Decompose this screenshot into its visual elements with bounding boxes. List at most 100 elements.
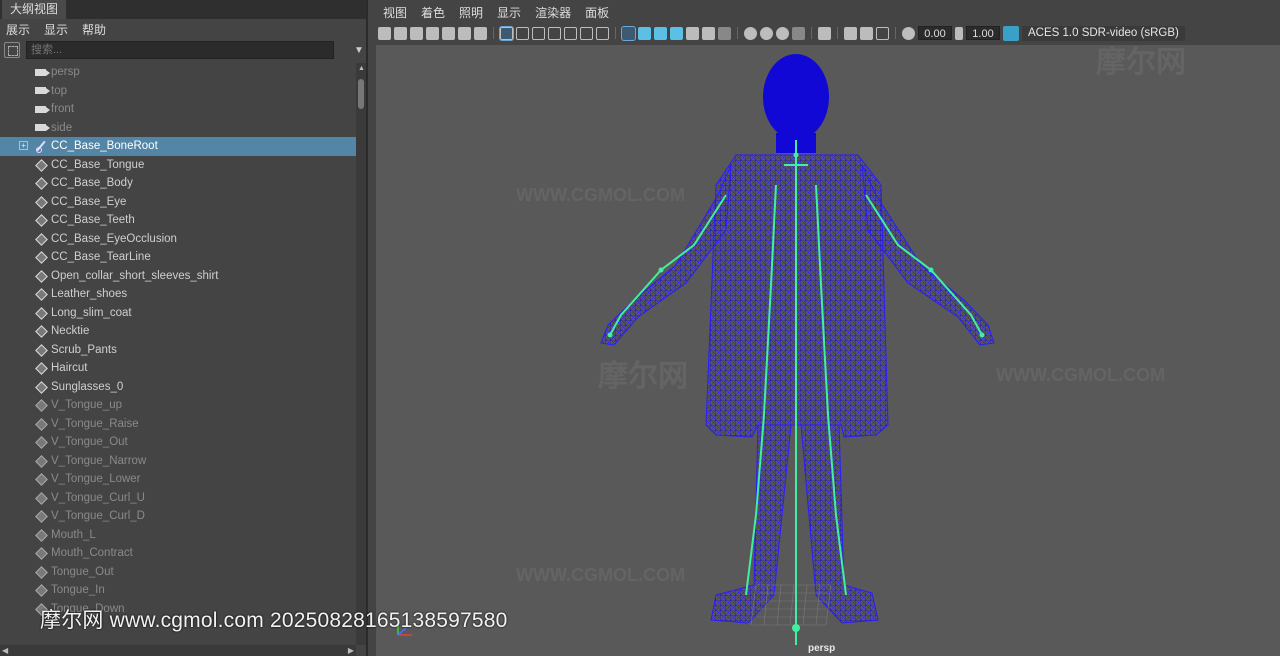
xray-icon[interactable] [744, 26, 757, 40]
3d-viewport[interactable]: 摩尔网 摩尔网 WWW.CGMOL.COM 摩尔网 WWW.CGMOL.COM … [376, 45, 1280, 656]
outliner-item[interactable]: CC_Base_Teeth [0, 211, 356, 230]
outliner-item[interactable]: Long_slim_coat [0, 304, 356, 323]
view-transform-select[interactable]: ACES 1.0 SDR-video (sRGB) [1022, 25, 1185, 41]
character-wireframe[interactable] [376, 45, 1280, 656]
xray-joints-icon[interactable] [760, 26, 773, 40]
viewport-menu-lighting[interactable]: 照明 [459, 4, 483, 21]
ambient-occlusion-icon[interactable] [718, 26, 731, 40]
outliner-item[interactable]: V_Tongue_Curl_D [0, 507, 356, 526]
outliner-vertical-scrollbar[interactable]: ▲ [356, 63, 366, 645]
outliner-item[interactable]: V_Tongue_Lower [0, 470, 356, 489]
smooth-shade-icon[interactable] [638, 26, 651, 40]
joint-skeleton[interactable] [609, 140, 983, 645]
2d-pan-zoom-icon[interactable] [458, 26, 471, 40]
outliner-item[interactable]: CC_Base_Eye [0, 193, 356, 212]
safe-action-icon[interactable] [580, 26, 593, 40]
outliner-item[interactable]: top [0, 82, 356, 101]
outliner-item[interactable]: side [0, 119, 356, 138]
xray-active-icon[interactable] [776, 26, 789, 40]
outliner-item[interactable]: V_Tongue_Curl_U [0, 489, 356, 508]
outliner-tab[interactable]: 大纲视图 [2, 0, 67, 19]
mesh-icon [34, 289, 47, 299]
outliner-item-label: front [51, 103, 75, 116]
outliner-item[interactable]: V_Tongue_Raise [0, 415, 356, 434]
outliner-horizontal-scrollbar[interactable]: ◀ ▶ [0, 645, 356, 656]
outliner-item[interactable]: Open_collar_short_sleeves_shirt [0, 267, 356, 286]
grid-toggle-icon[interactable] [474, 26, 487, 40]
outliner-item-label: Mouth_Contract [51, 547, 133, 560]
two-sided-lighting-icon[interactable] [844, 26, 857, 40]
image-plane-icon[interactable] [426, 26, 439, 40]
outliner-item[interactable]: Tongue_In [0, 581, 356, 600]
grease-pencil-icon[interactable] [442, 26, 455, 40]
viewport-menu-shading[interactable]: 着色 [421, 4, 445, 21]
exposure-field[interactable]: 0.00 [918, 26, 952, 40]
mesh-icon [34, 567, 47, 577]
outliner-item[interactable]: Sunglasses_0 [0, 378, 356, 397]
outliner-menu-help[interactable]: 帮助 [82, 21, 106, 38]
scroll-left-arrow-icon[interactable]: ◀ [2, 646, 8, 655]
mesh-icon [34, 382, 47, 392]
depth-peeling-icon[interactable] [860, 26, 873, 40]
isolate-select-icon[interactable] [818, 26, 831, 40]
safe-title-icon[interactable] [596, 26, 609, 40]
viewport-menu-panels[interactable]: 面板 [585, 4, 609, 21]
search-dropdown-arrow-icon[interactable]: ▼ [354, 45, 364, 56]
outliner-item[interactable]: Mouth_L [0, 526, 356, 545]
gate-mask-icon[interactable] [548, 26, 561, 40]
wireframe-icon[interactable] [621, 25, 636, 41]
outliner-item[interactable]: V_Tongue_Narrow [0, 452, 356, 471]
outliner-item-label: Scrub_Pants [51, 343, 117, 356]
grid-icon[interactable] [499, 25, 514, 41]
film-gate-icon[interactable] [516, 26, 529, 40]
outliner-item[interactable]: CC_Base_Body [0, 174, 356, 193]
textured-icon[interactable] [670, 26, 683, 40]
select-camera-icon[interactable] [378, 26, 391, 40]
outliner-item[interactable]: Scrub_Pants [0, 341, 356, 360]
outliner-item[interactable]: CC_Base_Tongue [0, 156, 356, 175]
motion-blur-icon[interactable] [876, 26, 889, 40]
outliner-item[interactable]: V_Tongue_up [0, 396, 356, 415]
outliner-item[interactable]: CC_Base_TearLine [0, 248, 356, 267]
bookmark-icon[interactable] [410, 26, 423, 40]
joint-icon [34, 141, 47, 154]
outliner-item[interactable]: Tongue_Out [0, 563, 356, 582]
camera-icon [34, 86, 50, 96]
mesh-icon [34, 234, 47, 244]
camera-name-label: persp [808, 643, 836, 654]
outliner-menu-show[interactable]: 展示 [6, 21, 30, 38]
outliner-item[interactable]: persp [0, 63, 356, 82]
gamma-icon[interactable] [955, 26, 963, 40]
viewport-menu-show[interactable]: 显示 [497, 4, 521, 21]
outliner-item-label: V_Tongue_Raise [51, 417, 139, 430]
scroll-right-arrow-icon[interactable]: ▶ [348, 646, 354, 655]
toolbar-separator [837, 27, 838, 39]
viewport-menu-renderer[interactable]: 渲染器 [535, 4, 571, 21]
use-all-lights-icon[interactable] [686, 26, 699, 40]
color-management-icon[interactable] [1003, 25, 1019, 41]
field-chart-icon[interactable] [564, 26, 577, 40]
exposure-icon[interactable] [902, 26, 915, 40]
outliner-item[interactable]: Mouth_Contract [0, 544, 356, 563]
wireframe-on-shaded-icon[interactable] [654, 26, 667, 40]
outliner-search-input[interactable] [26, 41, 334, 59]
viewport-menu-view[interactable]: 视图 [383, 4, 407, 21]
resolution-gate-icon[interactable] [532, 26, 545, 40]
outliner-scroll-thumb[interactable] [358, 79, 364, 109]
outliner-item[interactable]: Leather_shoes [0, 285, 356, 304]
filter-icon[interactable] [4, 42, 20, 58]
gamma-field[interactable]: 1.00 [966, 26, 1000, 40]
outliner-item[interactable]: front [0, 100, 356, 119]
mesh-icon [34, 493, 47, 503]
shadows-icon[interactable] [702, 26, 715, 40]
outliner-item[interactable]: V_Tongue_Out [0, 433, 356, 452]
outliner-item[interactable]: Necktie [0, 322, 356, 341]
scroll-up-arrow-icon[interactable]: ▲ [358, 65, 365, 72]
outliner-item[interactable]: + CC_Base_BoneRoot [0, 137, 356, 156]
outliner-item[interactable]: Haircut [0, 359, 356, 378]
backface-culling-icon[interactable] [792, 26, 805, 40]
outliner-menu-display[interactable]: 显示 [44, 21, 68, 38]
camera-attributes-icon[interactable] [394, 26, 407, 40]
outliner-item[interactable]: CC_Base_EyeOcclusion [0, 230, 356, 249]
expand-icon[interactable]: + [19, 141, 28, 150]
